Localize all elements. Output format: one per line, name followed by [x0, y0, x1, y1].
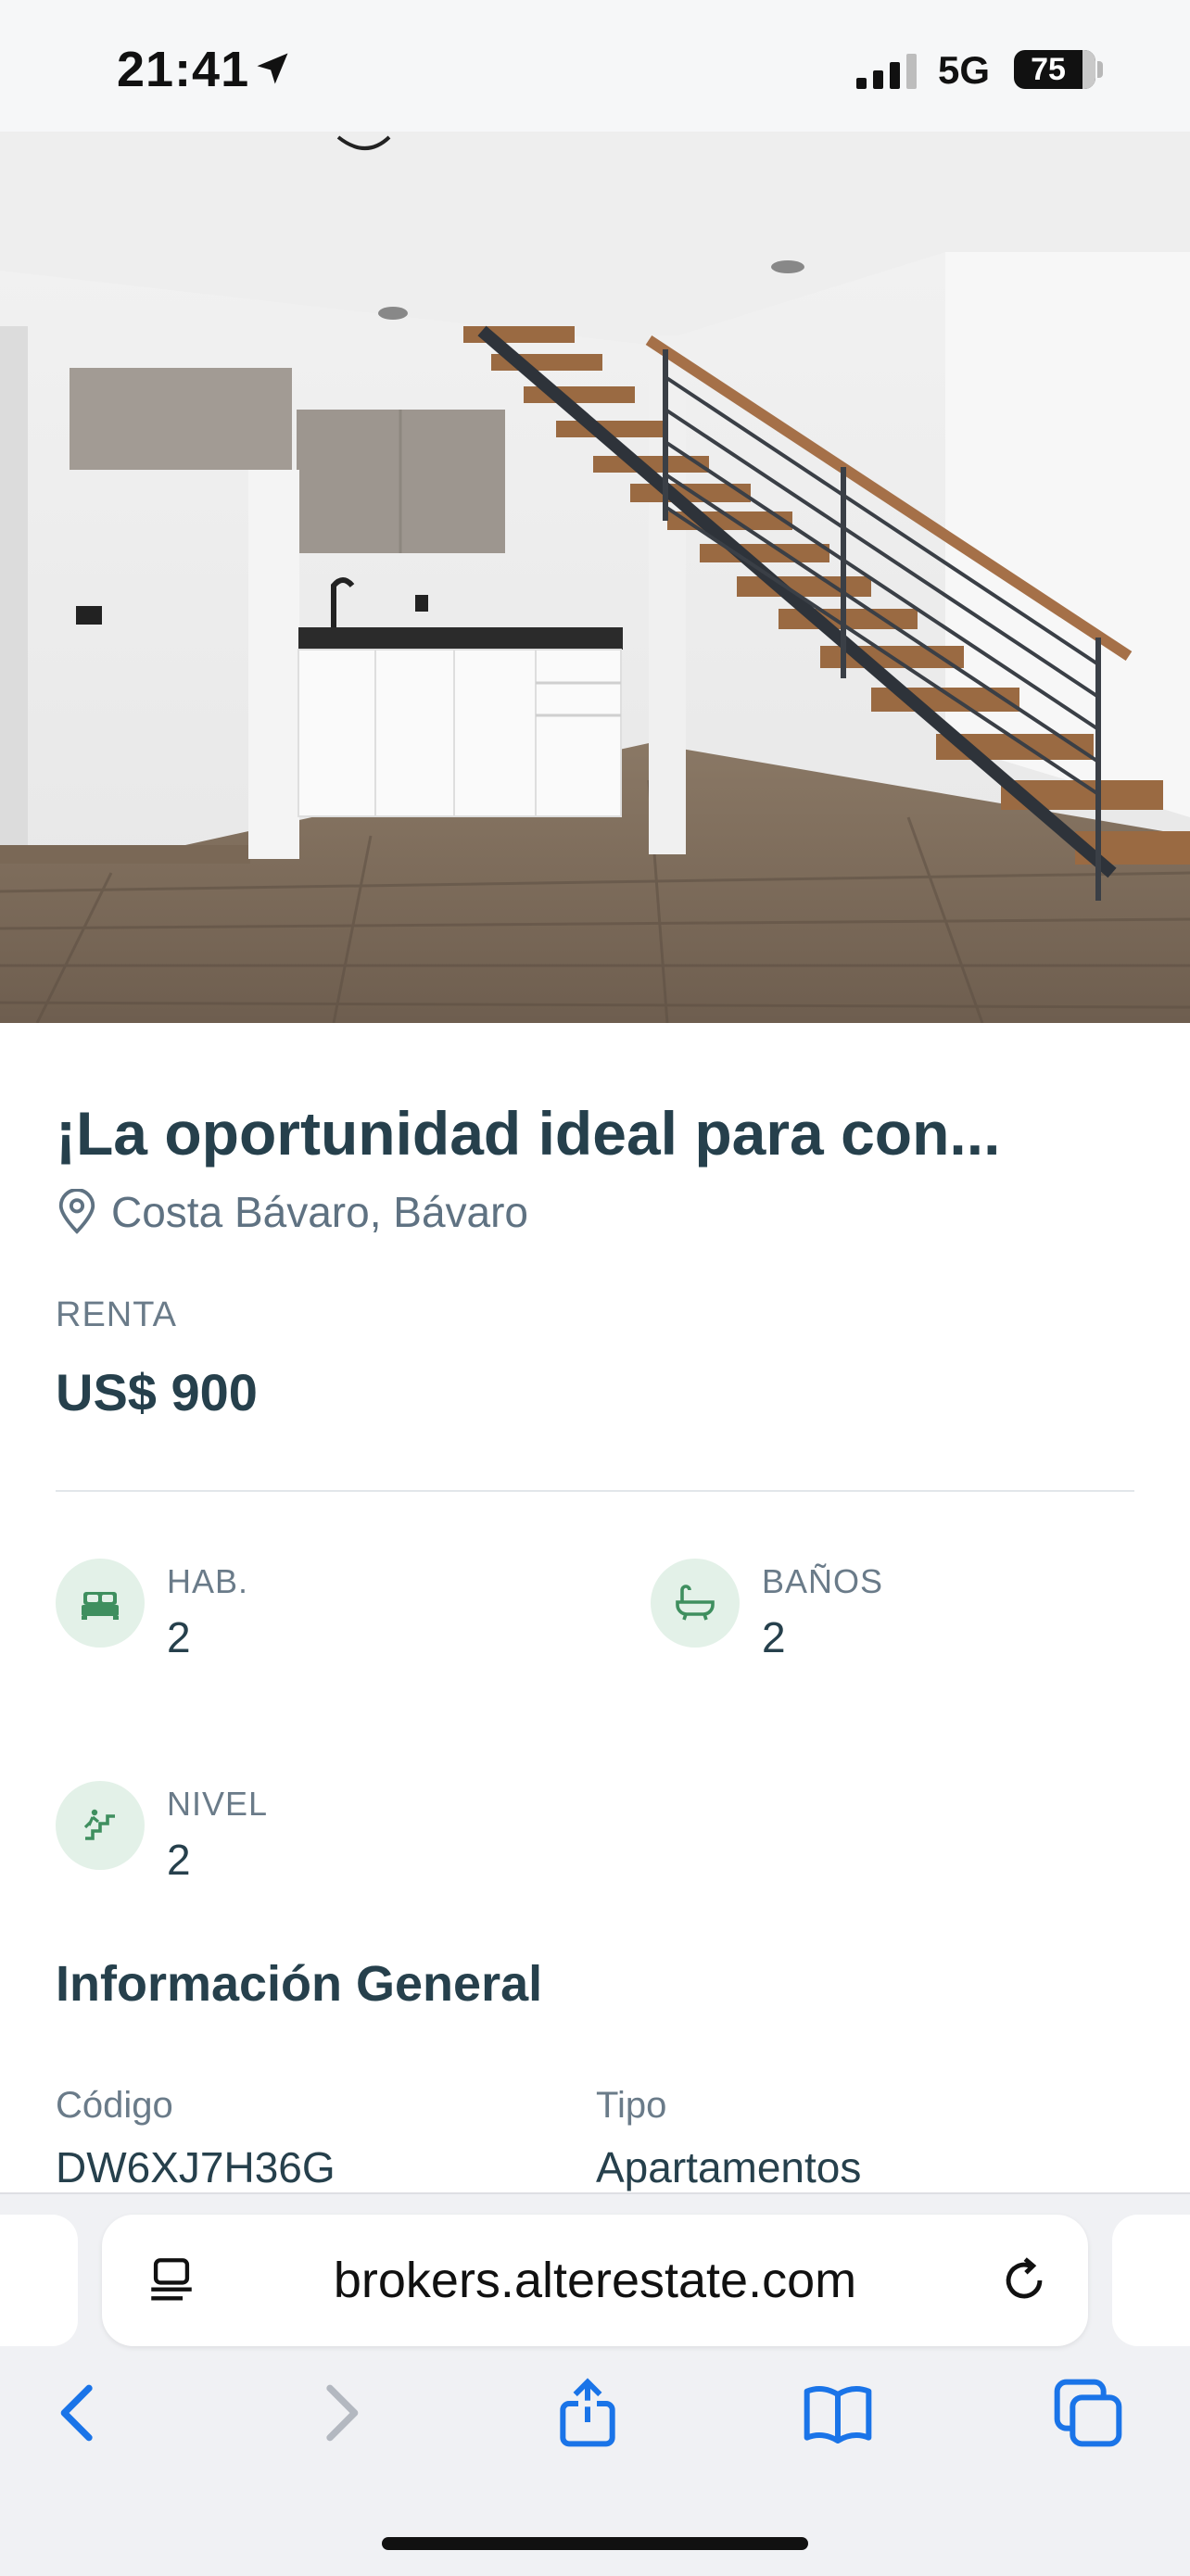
tabs-icon[interactable]: [1051, 2376, 1125, 2450]
price-label: RENTA: [56, 1295, 177, 1334]
feature-label: BAÑOS: [762, 1562, 884, 1600]
network-type: 5G: [938, 48, 991, 92]
feature-bedrooms: HAB. 2: [56, 1559, 538, 1661]
battery-tip: [1097, 61, 1103, 78]
type-value: Apartamentos: [596, 2143, 862, 2191]
cellular-signal-icon: [856, 54, 917, 89]
home-indicator[interactable]: [382, 2537, 808, 2550]
back-icon[interactable]: [43, 2376, 117, 2450]
feature-value: 2: [762, 1613, 786, 1661]
feature-value: 2: [167, 1836, 191, 1884]
reload-icon[interactable]: [997, 2254, 1051, 2307]
status-bar: 21:41 5G 75: [0, 0, 1190, 132]
price-value: US$ 900: [56, 1363, 258, 1421]
map-pin-icon: [58, 1189, 95, 1234]
previous-tab-preview[interactable]: [0, 2215, 78, 2346]
divider: [56, 1490, 1134, 1492]
type-label: Tipo: [596, 2085, 667, 2126]
bookmarks-icon[interactable]: [801, 2376, 875, 2450]
url-text[interactable]: brokers.alterestate.com: [102, 2215, 1088, 2346]
battery-icon: 75: [1014, 50, 1095, 89]
listing-title: ¡La oportunidad ideal para con...: [56, 1099, 1001, 1168]
battery-level: 75: [1031, 52, 1066, 87]
location-arrow-icon: [257, 53, 288, 84]
feature-level: NIVEL 2: [56, 1781, 538, 1884]
address-bar[interactable]: brokers.alterestate.com: [102, 2215, 1088, 2346]
location-label: Costa Bávaro, Bávaro: [111, 1188, 529, 1236]
feature-bathrooms: BAÑOS 2: [651, 1559, 1133, 1661]
listing-location: Costa Bávaro, Bávaro: [56, 1186, 528, 1238]
feature-label: HAB.: [167, 1562, 249, 1600]
code-label: Código: [56, 2085, 173, 2126]
next-tab-preview[interactable]: [1112, 2215, 1190, 2346]
property-photo[interactable]: [0, 132, 1190, 1023]
reader-icon[interactable]: [145, 2254, 198, 2307]
bathtub-icon: [651, 1559, 740, 1648]
forward-icon[interactable]: [302, 2376, 376, 2450]
code-value: DW6XJ7H36G: [56, 2143, 335, 2191]
feature-label: NIVEL: [167, 1785, 269, 1823]
bed-icon: [56, 1559, 145, 1648]
feature-value: 2: [167, 1613, 191, 1661]
stairs-icon: [56, 1781, 145, 1870]
share-icon[interactable]: [551, 2376, 625, 2450]
general-info-title: Información General: [56, 1956, 543, 2012]
status-time: 21:41: [117, 42, 250, 97]
